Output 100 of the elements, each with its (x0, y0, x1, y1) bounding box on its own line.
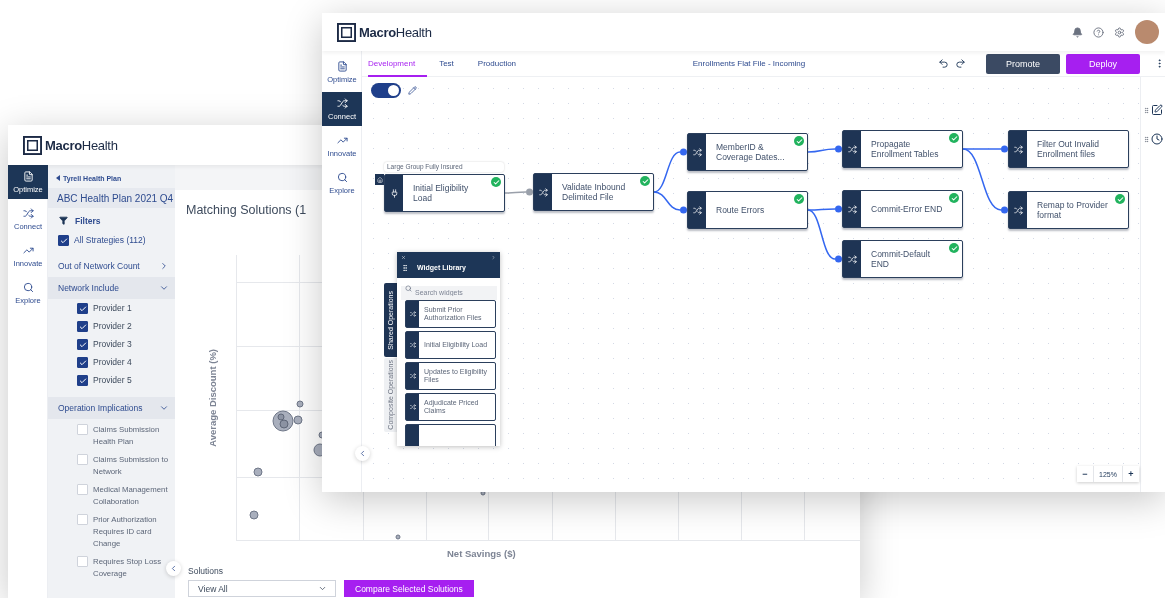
zoom-out-button[interactable]: − (1077, 466, 1093, 482)
chevron-right-icon[interactable] (159, 261, 169, 271)
node-label: Propagate Enrollment Tables (870, 139, 940, 159)
checkbox[interactable] (77, 357, 88, 368)
shuffle-icon (847, 144, 857, 154)
node-label: Commit-Default END (870, 249, 932, 269)
checkbox[interactable] (77, 321, 88, 332)
promote-button[interactable]: Promote (986, 53, 1060, 74)
node-label: MemberID & Coverage Dates... (715, 142, 786, 162)
back-caret-icon[interactable] (56, 175, 60, 181)
flow-node[interactable]: Remap to Provider format (1008, 191, 1129, 229)
chevron-left-icon (169, 564, 178, 573)
shuffle-icon (409, 373, 416, 379)
home-icon (375, 174, 384, 185)
node-label: Commit-Error END (870, 204, 944, 214)
checkbox[interactable] (77, 339, 88, 350)
search-icon (405, 284, 412, 292)
flow-node[interactable]: Commit-Default END (842, 240, 963, 278)
shuffle-icon (847, 204, 857, 214)
drag-handle-icon[interactable] (401, 263, 409, 272)
chevron-down-icon[interactable] (159, 283, 169, 293)
clock-icon[interactable] (1151, 133, 1163, 145)
node-label: Initial Eligibility Load (412, 183, 470, 203)
shuffle-icon (409, 342, 416, 348)
shuffle-icon (692, 205, 702, 215)
checkbox-label: Provider 2 (93, 321, 132, 332)
close-icon[interactable] (401, 255, 406, 260)
help-icon[interactable] (1093, 26, 1104, 38)
flow-node[interactable]: Route Errors (687, 191, 808, 229)
filters-heading: Filters (75, 215, 101, 226)
flow-node[interactable]: MemberID & Coverage Dates... (687, 133, 808, 171)
edit-icon[interactable] (1151, 104, 1163, 116)
compare-button[interactable]: Compare Selected Solutions (344, 580, 474, 597)
search-icon (22, 281, 34, 293)
flow-node[interactable]: Commit-Error END (842, 190, 963, 228)
flow-title: Enrollments Flat File - Incoming (691, 59, 807, 68)
solutions-select[interactable]: View All (188, 580, 336, 597)
drag-handle-icon[interactable] (1143, 106, 1150, 114)
node-label: Validate Inbound Delimited File (561, 182, 627, 202)
shuffle-icon (692, 147, 702, 157)
filter-icon (59, 216, 68, 225)
undo-icon[interactable] (938, 58, 949, 69)
bubble-cluster (272, 410, 294, 432)
logo-icon (337, 22, 356, 42)
shuffle-icon (336, 97, 348, 109)
node-label: Route Errors (715, 205, 766, 215)
shuffle-icon (1013, 205, 1023, 215)
shuffle-icon (409, 311, 416, 317)
flow-node[interactable]: Propagate Enrollment Tables (842, 130, 963, 168)
shuffle-icon (847, 254, 857, 264)
data-point (296, 400, 304, 408)
chevron-left-icon (358, 449, 367, 458)
plug-icon (389, 188, 399, 198)
checkbox-label: Provider 3 (93, 339, 132, 350)
report-icon (336, 60, 348, 72)
zoom-in-button[interactable]: + (1122, 466, 1139, 482)
select-value: View All (198, 583, 228, 594)
drag-handle-icon[interactable] (1143, 135, 1150, 143)
flow-node[interactable]: Filter Out Invalid Enrollment files (1008, 130, 1129, 168)
deploy-button[interactable]: Deploy (1066, 53, 1140, 74)
flow-node[interactable]: Validate Inbound Delimited File (533, 173, 654, 211)
check-icon (794, 136, 804, 146)
shuffle-icon (22, 207, 34, 219)
shuffle-icon (1013, 144, 1023, 154)
shuffle-icon (409, 404, 416, 410)
check-icon (491, 177, 501, 187)
tab[interactable]: Production (477, 50, 529, 77)
data-point (395, 534, 401, 540)
node-label: Filter Out Invalid Enrollment files (1036, 139, 1100, 159)
widget-item[interactable] (405, 424, 496, 446)
checkbox-label: Provider 1 (93, 303, 132, 314)
x-axis-label: Net Savings ($) (447, 548, 517, 560)
shuffle-icon (538, 187, 548, 197)
tab[interactable]: Test (439, 50, 466, 77)
page-title: Matching Solutions (1 (186, 203, 307, 218)
check-icon (1115, 194, 1125, 204)
flow-node[interactable]: Initial Eligibility Load (384, 174, 505, 212)
y-axis-label: Average Discount (%) (206, 349, 218, 447)
checkbox-label: All Strategies (112) (74, 235, 146, 246)
toggle-switch[interactable] (371, 83, 401, 98)
notification-bell-icon[interactable] (1072, 26, 1083, 38)
checkbox[interactable] (77, 375, 88, 386)
filter-section-title[interactable]: Out of Network Count (58, 261, 140, 271)
settings-icon[interactable] (1114, 26, 1125, 38)
redo-icon[interactable] (955, 58, 966, 69)
chevron-down-icon[interactable] (159, 403, 169, 413)
pencil-icon[interactable] (408, 86, 417, 95)
data-point (253, 467, 263, 477)
check-icon (949, 193, 959, 203)
user-avatar[interactable] (1135, 20, 1159, 44)
logo-icon (23, 135, 42, 155)
checkbox[interactable] (77, 303, 88, 314)
checkbox[interactable] (58, 235, 69, 246)
check-icon (640, 176, 650, 186)
check-icon (949, 133, 959, 143)
data-point (293, 415, 303, 425)
connector-line (504, 188, 533, 196)
tab[interactable]: Development (368, 50, 428, 77)
checkbox-label: Provider 5 (93, 375, 132, 386)
node-label: Remap to Provider format (1036, 200, 1109, 220)
